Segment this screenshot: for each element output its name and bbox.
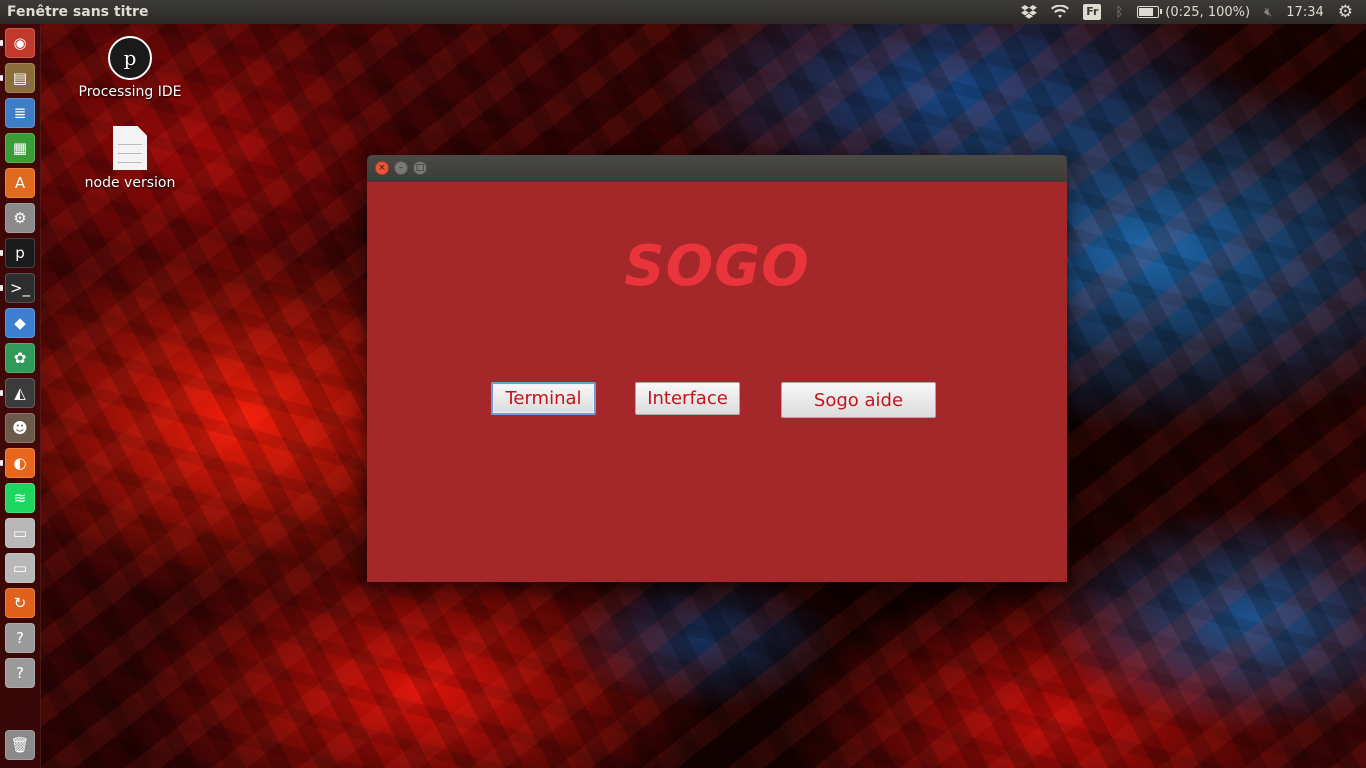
launcher-software-center[interactable]: A bbox=[5, 168, 35, 198]
dropbox-icon: ◆ bbox=[14, 314, 26, 332]
battery-icon bbox=[1137, 6, 1163, 18]
system-settings-icon: ⚙ bbox=[13, 209, 27, 227]
running-indicator bbox=[0, 285, 3, 291]
indicator-area: Fr ᛒ (0:25, 100%) 🔇︎ 17:34 ⚙ bbox=[1014, 0, 1366, 24]
close-window-button[interactable]: × bbox=[375, 161, 389, 175]
software-center-icon: A bbox=[14, 174, 26, 192]
running-indicator bbox=[0, 460, 3, 466]
launcher-ubuntu-dash[interactable]: ◉ bbox=[5, 28, 35, 58]
battery-indicator[interactable]: (0:25, 100%) bbox=[1130, 0, 1257, 24]
launcher-processing[interactable]: p bbox=[5, 238, 35, 268]
unknown-app-2-icon: ? bbox=[16, 664, 24, 682]
terminal-icon: >_ bbox=[9, 279, 31, 297]
launcher: ◉ ▤ ≣ ▦ A ⚙ p >_ ◆ ✿ ◭ ☻ ◐ ≋ ▭ ▭ ↻?? 🗑 bbox=[0, 24, 41, 768]
gimp-icon: ☻ bbox=[12, 419, 28, 437]
wifi-icon[interactable] bbox=[1044, 0, 1076, 24]
launcher-unity-editor[interactable]: ◭ bbox=[5, 378, 35, 408]
mind-map-icon: ✿ bbox=[13, 349, 27, 367]
running-indicator bbox=[0, 250, 3, 256]
desktop-icon-processing-ide[interactable]: p Processing IDE bbox=[72, 36, 188, 100]
drive-2-icon: ▭ bbox=[12, 559, 28, 577]
unknown-app-1-icon: ? bbox=[16, 629, 24, 647]
launcher-trash[interactable]: 🗑 bbox=[5, 730, 35, 760]
desktop-icon-label: node version bbox=[84, 175, 176, 191]
settings-gear-icon[interactable]: ⚙ bbox=[1331, 0, 1360, 24]
trash-icon: 🗑 bbox=[10, 736, 30, 754]
battery-fill bbox=[1139, 8, 1154, 16]
launcher-libreoffice-writer[interactable]: ≣ bbox=[5, 98, 35, 128]
launcher-gimp[interactable]: ☻ bbox=[5, 413, 35, 443]
ubuntu-dash-icon: ◉ bbox=[13, 34, 27, 52]
libreoffice-writer-icon: ≣ bbox=[13, 104, 27, 122]
running-indicator bbox=[0, 40, 3, 46]
launcher-unknown-app-2[interactable]: ? bbox=[5, 658, 35, 688]
window-titlebar[interactable]: × – □ bbox=[367, 155, 1067, 182]
processing-icon: p bbox=[15, 244, 25, 262]
desktop-icon-node-version[interactable]: node version bbox=[72, 126, 188, 191]
launcher-unknown-app-1[interactable]: ? bbox=[5, 623, 35, 653]
launcher-software-updater[interactable]: ↻ bbox=[5, 588, 35, 618]
sogo-help-button[interactable]: Sogo aide bbox=[781, 382, 936, 418]
window-content: SOGO Terminal Interface Sogo aide bbox=[367, 182, 1067, 582]
battery-text: (0:25, 100%) bbox=[1165, 4, 1251, 20]
launcher-terminal[interactable]: >_ bbox=[5, 273, 35, 303]
files-icon: ▤ bbox=[12, 69, 28, 87]
firefox-icon: ◐ bbox=[13, 454, 27, 472]
top-panel: Fenêtre sans titre Fr ᛒ (0:25, 100%) 🔇︎ … bbox=[0, 0, 1366, 24]
app-heading: SOGO bbox=[624, 234, 810, 299]
clock[interactable]: 17:34 bbox=[1279, 0, 1330, 24]
launcher-drive-1[interactable]: ▭ bbox=[5, 518, 35, 548]
launcher-system-settings[interactable]: ⚙ bbox=[5, 203, 35, 233]
app-window: × – □ SOGO Terminal Interface Sogo aide bbox=[367, 155, 1067, 582]
libreoffice-calc-icon: ▦ bbox=[12, 139, 28, 157]
minimize-window-button[interactable]: – bbox=[394, 161, 408, 175]
processing-icon: p bbox=[108, 36, 152, 80]
launcher-firefox[interactable]: ◐ bbox=[5, 448, 35, 478]
launcher-files[interactable]: ▤ bbox=[5, 63, 35, 93]
unity-editor-icon: ◭ bbox=[14, 384, 26, 402]
keyboard-layout-icon[interactable]: Fr bbox=[1076, 0, 1108, 24]
text-document-icon bbox=[113, 126, 147, 170]
desktop-icon-label: Processing IDE bbox=[78, 84, 182, 100]
volume-muted-icon[interactable]: 🔇︎ bbox=[1257, 0, 1279, 24]
spotify-icon: ≋ bbox=[13, 489, 27, 507]
dropbox-icon[interactable] bbox=[1014, 0, 1044, 24]
launcher-mind-map[interactable]: ✿ bbox=[5, 343, 35, 373]
running-indicator bbox=[0, 75, 3, 81]
software-updater-icon: ↻ bbox=[13, 594, 27, 612]
keyboard-layout-label: Fr bbox=[1083, 4, 1102, 20]
launcher-drive-2[interactable]: ▭ bbox=[5, 553, 35, 583]
running-indicator bbox=[0, 390, 3, 396]
drive-1-icon: ▭ bbox=[12, 524, 28, 542]
bluetooth-icon[interactable]: ᛒ bbox=[1108, 0, 1130, 24]
launcher-spotify[interactable]: ≋ bbox=[5, 483, 35, 513]
active-window-title: Fenêtre sans titre bbox=[7, 4, 149, 20]
launcher-dropbox[interactable]: ◆ bbox=[5, 308, 35, 338]
interface-button[interactable]: Interface bbox=[635, 382, 740, 415]
terminal-button[interactable]: Terminal bbox=[491, 382, 596, 415]
maximize-window-button[interactable]: □ bbox=[413, 161, 427, 175]
launcher-libreoffice-calc[interactable]: ▦ bbox=[5, 133, 35, 163]
